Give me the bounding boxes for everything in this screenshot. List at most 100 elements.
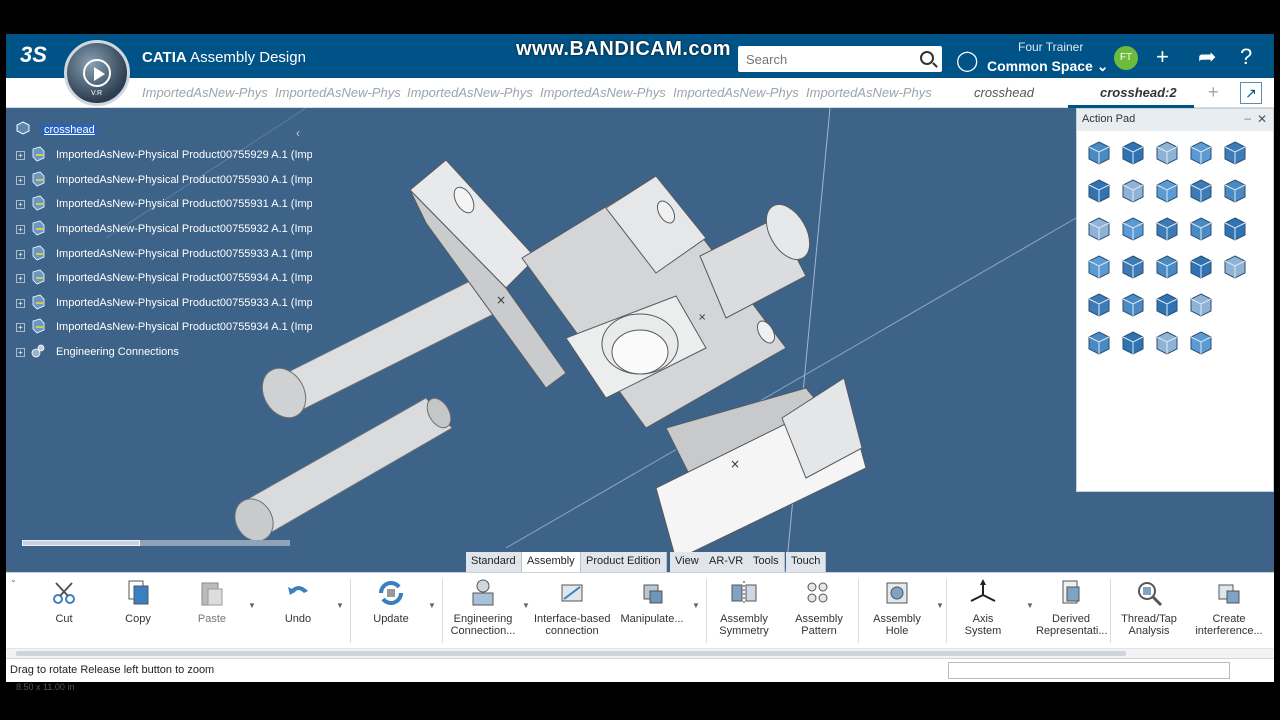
assembly-hole-button[interactable]: Assembly Hole ▼ bbox=[872, 577, 944, 637]
tree-root-crosshead[interactable]: crosshead bbox=[42, 124, 97, 136]
search-box[interactable] bbox=[738, 46, 942, 72]
clamp-icon[interactable] bbox=[1153, 253, 1181, 281]
collapse-tree-icon[interactable]: ‹ bbox=[296, 126, 300, 140]
axis-system-dropdown-icon[interactable]: ▼ bbox=[1026, 601, 1034, 610]
assembly-icon[interactable] bbox=[1221, 253, 1249, 281]
tree-scrollbar-thumb[interactable] bbox=[22, 540, 140, 546]
axis-icon[interactable] bbox=[1119, 215, 1147, 243]
tree-icon[interactable] bbox=[1153, 329, 1181, 357]
hierarchy-icon[interactable] bbox=[1153, 177, 1181, 205]
pattern-icon[interactable] bbox=[1119, 329, 1147, 357]
dassault-logo[interactable]: 3S bbox=[20, 42, 47, 68]
engineering-connection-button[interactable]: Engineering Connection... ▼ bbox=[448, 577, 530, 637]
sphere-icon[interactable] bbox=[1153, 215, 1181, 243]
tab-imported-2[interactable]: ImportedAsNew-Phys bbox=[275, 85, 401, 100]
sync-icon[interactable] bbox=[1221, 177, 1249, 205]
lower-pin[interactable] bbox=[227, 394, 455, 548]
add-tab-icon[interactable]: + bbox=[1208, 82, 1219, 103]
expand-icon[interactable]: + bbox=[16, 176, 25, 185]
product-root-icon[interactable] bbox=[16, 121, 30, 135]
measure-icon[interactable] bbox=[1119, 253, 1147, 281]
gear-icon[interactable] bbox=[1187, 291, 1215, 319]
expand-icon[interactable]: + bbox=[16, 225, 25, 234]
boxes-icon[interactable] bbox=[1085, 329, 1113, 357]
cube-blue-icon[interactable] bbox=[1119, 139, 1147, 167]
frame-icon[interactable] bbox=[1187, 329, 1215, 357]
avatar[interactable]: FT bbox=[1114, 46, 1138, 70]
undo-dropdown-icon[interactable]: ▼ bbox=[336, 601, 344, 610]
tab-imported-1[interactable]: ImportedAsNew-Phys bbox=[142, 85, 268, 100]
tab-crosshead[interactable]: crosshead bbox=[974, 85, 1034, 100]
assembly-pattern-button[interactable]: Assembly Pattern bbox=[794, 577, 844, 637]
expand-icon[interactable]: + bbox=[16, 348, 25, 357]
assembly-hole-dropdown-icon[interactable]: ▼ bbox=[936, 601, 944, 610]
expand-icon[interactable]: + bbox=[16, 151, 25, 160]
expand-icon[interactable]: + bbox=[16, 250, 25, 259]
update-dropdown-icon[interactable]: ▼ bbox=[428, 601, 436, 610]
manipulate-button[interactable]: Manipulate... ▼ bbox=[616, 577, 700, 625]
tab-imported-3[interactable]: ImportedAsNew-Phys bbox=[407, 85, 533, 100]
manipulate-dropdown-icon[interactable]: ▼ bbox=[692, 601, 700, 610]
maximize-icon[interactable]: ↗ bbox=[1240, 82, 1262, 104]
tree-item[interactable]: + ImportedAsNew-Physical Product00755934 … bbox=[12, 318, 312, 338]
undo-button[interactable]: Undo ▼ bbox=[278, 577, 344, 625]
thread-tap-analysis-button[interactable]: Thread/Tap Analysis bbox=[1120, 577, 1178, 637]
cube-outline-icon[interactable] bbox=[1153, 139, 1181, 167]
expand-icon[interactable]: + bbox=[16, 274, 25, 283]
tree-item[interactable]: + ImportedAsNew-Physical Product00755933 … bbox=[12, 294, 312, 314]
tree-item[interactable]: + ImportedAsNew-Physical Product00755934 … bbox=[12, 269, 312, 289]
tab-touch[interactable]: Touch bbox=[786, 552, 827, 572]
tree-item[interactable]: + ImportedAsNew-Physical Product00755932 … bbox=[12, 220, 312, 240]
tab-view[interactable]: View bbox=[670, 552, 705, 572]
copy-button[interactable]: Copy bbox=[118, 577, 158, 625]
search-icon[interactable] bbox=[920, 51, 934, 65]
command-input[interactable] bbox=[948, 662, 1230, 679]
parts-icon[interactable] bbox=[1085, 291, 1113, 319]
tab-imported-6[interactable]: ImportedAsNew-Phys bbox=[806, 85, 932, 100]
compass-widget[interactable]: V.R bbox=[64, 40, 130, 106]
zoom-icon[interactable] bbox=[1085, 215, 1113, 243]
tab-crosshead-2[interactable]: crosshead:2 bbox=[1100, 85, 1177, 100]
play-icon[interactable] bbox=[83, 59, 111, 87]
tree-item[interactable]: + ImportedAsNew-Physical Product00755931 … bbox=[12, 195, 312, 215]
toolbar-scrollbar-thumb[interactable] bbox=[16, 651, 1126, 656]
eraser-icon[interactable] bbox=[1187, 215, 1215, 243]
update-icon[interactable] bbox=[1187, 177, 1215, 205]
help-icon[interactable]: ? bbox=[1240, 44, 1252, 70]
tab-tools[interactable]: Tools bbox=[748, 552, 785, 572]
tab-assembly[interactable]: Assembly bbox=[522, 552, 581, 572]
plus-icon[interactable]: + bbox=[1156, 44, 1169, 70]
update-button[interactable]: Update ▼ bbox=[368, 577, 436, 625]
tab-imported-4[interactable]: ImportedAsNew-Phys bbox=[540, 85, 666, 100]
pipette-icon[interactable] bbox=[1221, 215, 1249, 243]
tab-imported-5[interactable]: ImportedAsNew-Phys bbox=[673, 85, 799, 100]
tab-standard[interactable]: Standard bbox=[466, 552, 522, 572]
anchor-icon[interactable] bbox=[1119, 291, 1147, 319]
create-interference-button[interactable]: Create interference... bbox=[1194, 577, 1264, 637]
assembly-symmetry-button[interactable]: Assembly Symmetry bbox=[718, 577, 770, 637]
toolbar-scrollbar[interactable] bbox=[6, 648, 1274, 658]
tab-product-edition[interactable]: Product Edition bbox=[581, 552, 667, 572]
refresh-multi-icon[interactable] bbox=[1085, 177, 1113, 205]
tab-ar-vr[interactable]: AR-VR bbox=[704, 552, 750, 572]
minimize-icon[interactable]: – bbox=[1244, 111, 1251, 125]
derived-representation-button[interactable]: Derived Representati... bbox=[1036, 577, 1108, 637]
base-block[interactable] bbox=[655, 377, 867, 561]
tree-item[interactable]: + ImportedAsNew-Physical Product00755929 … bbox=[12, 146, 312, 166]
layout-icon[interactable] bbox=[1187, 139, 1215, 167]
engineering-connection-dropdown-icon[interactable]: ▼ bbox=[522, 601, 530, 610]
expand-icon[interactable]: + bbox=[16, 299, 25, 308]
paste-dropdown-icon[interactable]: ▼ bbox=[248, 601, 256, 610]
expand-icon[interactable]: + bbox=[16, 200, 25, 209]
close-icon[interactable]: ✕ bbox=[1257, 112, 1267, 126]
tree-item[interactable]: + ImportedAsNew-Physical Product00755930 … bbox=[12, 171, 312, 191]
tag-icon[interactable]: ◯ bbox=[956, 48, 978, 73]
cube-icon[interactable] bbox=[1085, 139, 1113, 167]
collaborative-space-selector[interactable]: Common Space ⌄ bbox=[987, 58, 1108, 75]
paste-button[interactable]: Paste ▼ bbox=[192, 577, 256, 625]
expand-icon[interactable]: + bbox=[16, 323, 25, 332]
toolbar-collapse-icon[interactable]: ⌄ bbox=[10, 575, 17, 584]
tree-item-engineering-connections[interactable]: + Engineering Connections bbox=[12, 343, 312, 363]
bottle-icon[interactable] bbox=[1187, 253, 1215, 281]
axis-system-button[interactable]: Axis System ▼ bbox=[962, 577, 1034, 637]
